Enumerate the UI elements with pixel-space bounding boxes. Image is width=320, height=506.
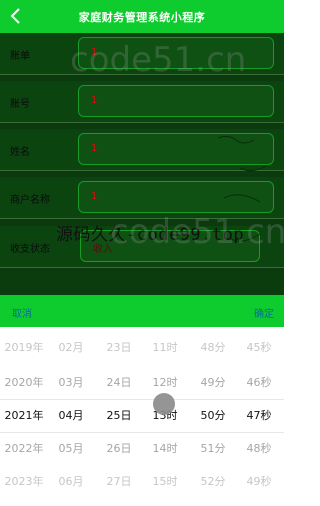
field-label: 姓名 — [10, 147, 30, 158]
picker-option: 27日 — [106, 475, 132, 488]
picker-option: 23日 — [106, 341, 132, 354]
day-column[interactable]: 23日 24日 25日 26日 27日 — [94, 327, 144, 506]
field-label: 收支状态 — [10, 244, 50, 255]
field-value: 1 — [91, 95, 98, 106]
picker-option: 2020年 — [4, 376, 44, 389]
app-header: 家庭财务管理系统小程序 — [0, 0, 284, 33]
picker-toolbar: 取消 确定 — [0, 295, 284, 327]
chevron-left-icon[interactable] — [8, 7, 24, 25]
picker-option: 49分 — [200, 376, 226, 389]
picker-option: 52分 — [200, 475, 226, 488]
picker-option: 02月 — [58, 341, 84, 354]
picker-option: 26日 — [106, 442, 132, 455]
watermark-repeat: code51.cn — [110, 212, 287, 252]
field-value: 1 — [91, 143, 98, 154]
year-column[interactable]: 2019年 2020年 2021年 2022年 2023年 — [0, 327, 48, 506]
minute-column[interactable]: 48分 49分 50分 51分 52分 — [188, 327, 238, 506]
picker-option: 2022年 — [4, 442, 44, 455]
confirm-button[interactable]: 确定 — [254, 305, 274, 320]
picker-option-selected: 04月 — [58, 409, 84, 422]
picker-option: 49秒 — [246, 475, 272, 488]
field-label: 账单 — [10, 51, 30, 62]
field-label: 商户名称 — [10, 195, 50, 206]
picker-option: 2019年 — [4, 341, 44, 354]
picker-option: 48秒 — [246, 442, 272, 455]
field-label: 账号 — [10, 99, 30, 110]
picker-option: 46秒 — [246, 376, 272, 389]
form-footer — [0, 273, 284, 295]
cancel-button[interactable]: 取消 — [12, 305, 32, 320]
picker-option: 45秒 — [246, 341, 272, 354]
picker-option: 48分 — [200, 341, 226, 354]
picker-option: 24日 — [106, 376, 132, 389]
picker-option-selected: 25日 — [106, 409, 132, 422]
touch-indicator — [153, 393, 175, 415]
field-value: 1 — [91, 191, 98, 202]
watermark-repeat: code51.cn — [70, 40, 247, 80]
form-row-account: 账号 1 — [0, 81, 284, 123]
second-column[interactable]: 45秒 46秒 47秒 48秒 49秒 — [234, 327, 284, 506]
datetime-picker[interactable]: 2019年 2020年 2021年 2022年 2023年 02月 03月 04… — [0, 327, 284, 506]
picker-option: 14时 — [152, 442, 178, 455]
picker-option-selected: 50分 — [200, 409, 226, 422]
picker-option: 03月 — [58, 376, 84, 389]
page-title: 家庭财务管理系统小程序 — [78, 10, 206, 24]
picker-option: 15时 — [152, 475, 178, 488]
month-column[interactable]: 02月 03月 04月 05月 06月 — [48, 327, 94, 506]
picker-option: 06月 — [58, 475, 84, 488]
picker-option-selected: 2021年 — [4, 409, 44, 422]
picker-option: 2023年 — [4, 475, 44, 488]
decorative-sketch — [217, 135, 267, 242]
picker-option: 11时 — [152, 341, 178, 354]
picker-option: 05月 — [58, 442, 84, 455]
hour-column[interactable]: 11时 12时 13时 14时 15时 — [140, 327, 190, 506]
picker-option-selected: 47秒 — [246, 409, 272, 422]
picker-option: 51分 — [200, 442, 226, 455]
account-input[interactable]: 1 — [78, 85, 274, 117]
